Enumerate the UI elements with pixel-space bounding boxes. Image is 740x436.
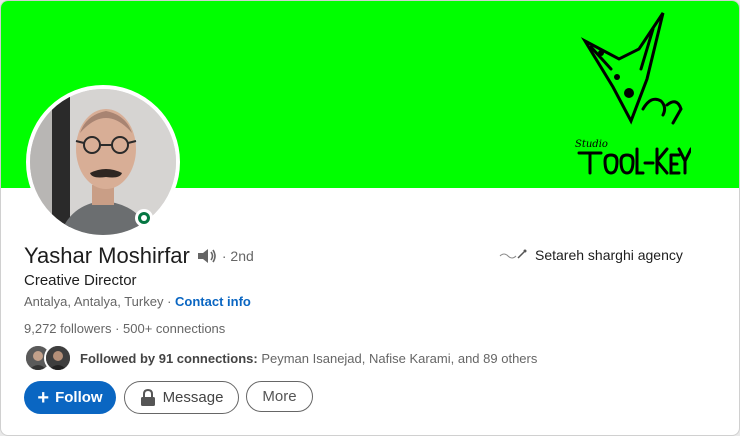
logo-toolkey-text: Tool-KEY [611,140,620,142]
followed-by-lead: Followed by 91 connections: [80,350,258,366]
plus-icon: + [37,386,50,409]
mutual-avatar [44,344,72,372]
followed-by-names: Peyman Isanejad, Nafise Karami, and 89 o… [257,350,538,366]
profile-location: Antalya, Antalya, Turkey [24,294,164,309]
lock-icon [140,388,155,406]
stats-row: 9,272 followers · 500+ connections [24,321,225,336]
connection-degree: · 2nd [221,248,254,264]
stats-separator: · [111,321,124,336]
company-logo-icon [499,249,527,259]
follow-label: Follow [55,389,103,406]
profile-headline: Creative Director [24,272,137,289]
location-row: Antalya, Antalya, Turkey · Contact info [24,294,251,309]
studio-toolkey-logo: Studio Tool-KEY [575,12,691,175]
contact-info-link[interactable]: Contact info [175,294,251,309]
follow-button[interactable]: + Follow [24,381,116,414]
profile-photo[interactable] [26,85,180,239]
followed-by-row[interactable]: Followed by 91 connections: Peyman Isane… [24,344,537,372]
profile-photo-image [30,89,176,235]
followed-by-text: Followed by 91 connections: Peyman Isane… [80,351,537,366]
more-label: More [262,388,297,405]
logo-studio-text: Studio [575,139,608,150]
location-separator: · [163,294,176,309]
online-status-indicator [135,209,153,227]
message-label: Message [162,389,224,406]
name-row: Yashar Moshirfar · 2nd [24,243,254,269]
followers-count[interactable]: 9,272 followers [24,321,111,336]
profile-name: Yashar Moshirfar [24,243,190,268]
company-name: Setareh sharghi agency [535,247,683,263]
speaker-icon[interactable] [196,247,218,265]
profile-card: Studio Tool-KEY Yashar Moshirfar · 2nd C… [0,0,740,436]
connections-count[interactable]: 500+ connections [123,321,225,336]
current-company[interactable]: Setareh sharghi agency [498,247,683,263]
message-button[interactable]: Message [124,381,239,414]
more-button[interactable]: More [246,381,313,412]
